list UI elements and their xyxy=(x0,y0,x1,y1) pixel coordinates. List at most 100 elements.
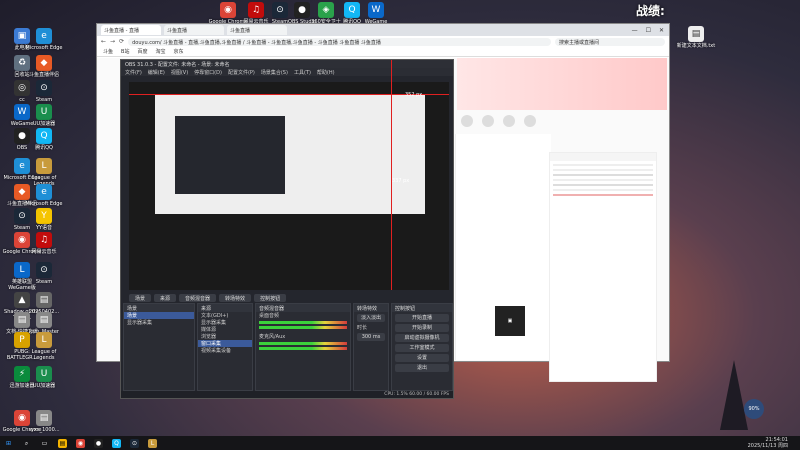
browser-tab[interactable]: 斗鱼直播 xyxy=(227,25,287,35)
dock-tab[interactable]: 来源 xyxy=(154,294,177,302)
category-icon[interactable] xyxy=(503,115,515,127)
category-icon[interactable] xyxy=(461,115,473,127)
bookmark-item[interactable]: 斗鱼 xyxy=(103,48,113,55)
back-arrow-icon[interactable]: ← xyxy=(101,38,106,45)
maximize-button[interactable]: ☐ xyxy=(646,27,651,34)
source-item[interactable]: 窗口采集 xyxy=(198,340,252,347)
control-button[interactable]: 设置 xyxy=(395,354,449,362)
chrome-taskbar-icon[interactable]: ◉ xyxy=(76,438,85,448)
duration-input[interactable]: 300 ms xyxy=(357,333,385,341)
bookmark-item[interactable]: B站 xyxy=(121,48,129,55)
sources-dock: 来源 文本(GDI+) 显示器采集 媒体源 浏览器 窗口采集 视频采集设备 xyxy=(197,303,253,391)
desktop-icon[interactable]: ♫ 网易云音乐 xyxy=(24,232,64,255)
desktop-icon-text-file[interactable]: ▤ 新建文本文档.txt xyxy=(676,26,716,49)
browser-tab[interactable]: 斗鱼直播 xyxy=(164,25,224,35)
bookmarks-bar: 斗鱼 B站 百度 淘宝 京东 xyxy=(97,47,669,57)
volume-meter xyxy=(259,326,347,329)
control-button[interactable]: 退出 xyxy=(395,364,449,372)
scenes-dock: 场景 场景 显示器采集 xyxy=(123,303,195,391)
site-search-input[interactable]: 搜索主播或直播间 xyxy=(555,37,665,46)
desktop-icon[interactable]: ⊙ Steam xyxy=(24,80,64,103)
app-icon: ⊙ xyxy=(36,80,52,96)
qq-taskbar-icon[interactable]: Q xyxy=(112,438,121,448)
dock-tab[interactable]: 场景 xyxy=(129,294,152,302)
app-icon: ♫ xyxy=(36,232,52,248)
desktop-icon[interactable]: e Microsoft Edge xyxy=(24,28,64,51)
obs-taskbar-icon[interactable]: ● xyxy=(94,438,103,448)
source-item[interactable]: 视频采集设备 xyxy=(198,347,252,354)
category-icon[interactable] xyxy=(482,115,494,127)
obs-menu-item[interactable]: 工具(T) xyxy=(294,69,311,76)
desktop-icon[interactable]: LLeague of Legends xyxy=(24,158,64,187)
file-explorer-icon[interactable]: ▤ xyxy=(58,438,67,448)
control-button[interactable]: 启动虚拟摄像机 xyxy=(395,334,449,342)
app-icon: L xyxy=(36,332,52,348)
source-item[interactable]: 浏览器 xyxy=(198,333,252,340)
desktop-icon[interactable]: ◆ 斗鱼直播伴侣 xyxy=(24,55,64,78)
app-icon: ▤ xyxy=(36,312,52,328)
desktop-icon[interactable]: U UU加速器 xyxy=(24,366,64,389)
overlay-score-label: 战绩: xyxy=(636,4,665,18)
desktop-icon[interactable]: Y YY语音 xyxy=(24,208,64,231)
ad-tile[interactable]: ▣ xyxy=(495,306,525,336)
control-button[interactable]: 工作室模式 xyxy=(395,344,449,352)
app-icon: e xyxy=(36,28,52,44)
volume-meter xyxy=(259,347,347,350)
address-bar[interactable]: douyu.com/ 斗鱼直播 - 直播,斗鱼直播,斗鱼直播 / 斗鱼直播 - … xyxy=(128,37,551,46)
desktop-icon[interactable]: W WeGame xyxy=(356,2,396,25)
source-item[interactable]: 显示器采集 xyxy=(198,319,252,326)
transition-select[interactable]: 淡入淡出 xyxy=(357,314,385,322)
steam-taskbar-icon[interactable]: ⊙ xyxy=(130,438,139,448)
app-icon: ◆ xyxy=(36,55,52,71)
bookmark-item[interactable]: 百度 xyxy=(137,48,147,55)
transitions-dock: 转场特效 淡入淡出 时长 300 ms xyxy=(353,303,389,391)
obs-menu-item[interactable]: 视图(V) xyxy=(171,69,188,76)
category-icon[interactable] xyxy=(524,115,536,127)
obs-menu-item[interactable]: 编辑(E) xyxy=(148,69,165,76)
desktop-icon[interactable]: e Microsoft Edge xyxy=(24,184,64,207)
volume-meter xyxy=(259,321,347,324)
search-icon[interactable]: ⌕ xyxy=(22,439,31,448)
controls-dock: 控制按钮 开始直播 开始录制 启动虚拟摄像机 工作室模式 设置 退出 xyxy=(391,303,453,391)
source-item[interactable]: 媒体源 xyxy=(198,326,252,333)
system-clock[interactable]: 21:54:01 2025/11/13 周四 xyxy=(748,437,800,449)
scene-item[interactable]: 场景 xyxy=(124,312,194,319)
control-button[interactable]: 开始直播 xyxy=(395,314,449,322)
desktop-icon[interactable]: ⊙ Steam xyxy=(24,262,64,285)
obs-menu-item[interactable]: 文件(F) xyxy=(125,69,142,76)
dock-tab[interactable]: 音频混音器 xyxy=(179,294,217,302)
close-button[interactable]: ✕ xyxy=(659,27,664,34)
desktop-icon[interactable]: ▤ syxs_1000... xyxy=(24,410,64,433)
site-banner xyxy=(457,58,667,110)
control-button[interactable]: 开始录制 xyxy=(395,324,449,332)
obs-menu-item[interactable]: 场景集合(S) xyxy=(261,69,288,76)
obs-menu-item[interactable]: 停靠窗口(D) xyxy=(194,69,222,76)
bookmark-item[interactable]: 京东 xyxy=(173,48,183,55)
desktop-icon[interactable]: Q 腾讯QQ xyxy=(24,128,64,151)
obs-status-bar: CPU: 1.5% 60.00 / 60.00 FPS xyxy=(121,391,453,398)
obs-window[interactable]: OBS 31.0.3 - 配置文件: 未命名 - 场景: 未命名 文件(F) 编辑… xyxy=(120,59,454,399)
app-icon: Q xyxy=(36,128,52,144)
scene-item[interactable]: 显示器采集 xyxy=(124,319,194,326)
start-button[interactable]: ⊞ xyxy=(4,439,13,448)
browser-tab[interactable]: 斗鱼直播 - 直播 xyxy=(101,25,161,35)
league-taskbar-icon[interactable]: L xyxy=(148,438,157,448)
bookmark-item[interactable]: 淘宝 xyxy=(155,48,165,55)
obs-menu-item[interactable]: 配置文件(P) xyxy=(228,69,255,76)
app-icon: e xyxy=(36,184,52,200)
mixer-channel-label: 桌面音频 xyxy=(259,313,280,319)
forward-arrow-icon[interactable]: → xyxy=(110,38,115,45)
app-icon: L xyxy=(36,158,52,174)
desktop-icon[interactable]: LLeague of Legends xyxy=(24,332,64,361)
dock-tab[interactable]: 转场特效 xyxy=(219,294,252,302)
reload-icon[interactable]: ⟳ xyxy=(119,38,124,45)
source-item[interactable]: 文本(GDI+) xyxy=(198,312,252,319)
app-icon: U xyxy=(36,366,52,382)
desktop-icon[interactable]: U UU加速器 xyxy=(24,104,64,127)
network-speed-widget[interactable]: 90% xyxy=(744,399,764,419)
minimize-button[interactable]: — xyxy=(632,27,638,34)
obs-menu-item[interactable]: 帮助(H) xyxy=(317,69,335,76)
dock-tab[interactable]: 控制按钮 xyxy=(254,294,287,302)
task-view-icon[interactable]: ▭ xyxy=(40,439,49,448)
obs-preview-canvas[interactable]: 337 px 352 px xyxy=(129,60,449,290)
